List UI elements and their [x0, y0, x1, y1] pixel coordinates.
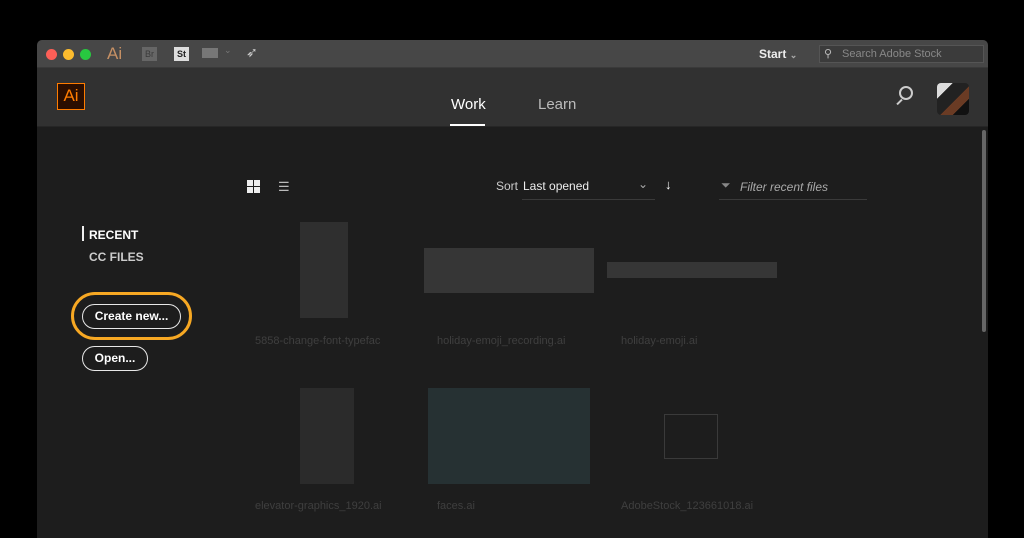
bridge-button[interactable]: Br	[142, 47, 157, 61]
avatar[interactable]	[937, 83, 969, 115]
file-card[interactable]: holiday-emoji_recording.ai	[424, 222, 594, 362]
tab-work[interactable]: Work	[451, 96, 486, 113]
grid-view-icon[interactable]	[247, 180, 260, 193]
filter-input[interactable]: ⏷ Filter recent files	[719, 175, 867, 200]
file-name: elevator-graphics_1920.ai	[255, 500, 382, 512]
maximize-button[interactable]	[80, 49, 91, 60]
file-card[interactable]: elevator-graphics_1920.ai	[240, 388, 405, 528]
sort-label: Sort	[496, 179, 519, 193]
file-name: 5858-change-font-typefac	[255, 335, 381, 347]
scrollbar[interactable]	[982, 130, 986, 332]
illustrator-logo: Ai	[57, 83, 85, 110]
rocket-icon[interactable]: ➶	[246, 44, 258, 61]
file-name: AdobeStock_123661018.ai	[621, 500, 754, 512]
sort-dropdown[interactable]: Last opened ⌄	[522, 175, 655, 200]
search-icon: ⚲	[824, 48, 833, 60]
file-thumbnail	[607, 262, 777, 278]
file-thumbnail	[428, 388, 590, 484]
filter-icon: ⏷	[721, 178, 731, 192]
tab-learn[interactable]: Learn	[538, 96, 576, 113]
workspace-layout-icon[interactable]	[202, 48, 218, 58]
file-card[interactable]: 5858-change-font-typefac	[240, 222, 405, 362]
title-bar: Ai Br St ⌄ ➶ Start ⌄ ⚲ Search Adobe Stoc…	[37, 40, 988, 68]
minimize-button[interactable]	[63, 49, 74, 60]
file-card[interactable]: faces.ai	[424, 388, 590, 528]
chevron-down-icon: ⌄	[638, 177, 649, 191]
close-button[interactable]	[46, 49, 57, 60]
tab-work-underline	[450, 124, 485, 126]
file-name: holiday-emoji_recording.ai	[437, 335, 566, 347]
file-name: holiday-emoji.ai	[621, 335, 698, 347]
create-new-button[interactable]: Create new...	[82, 304, 181, 329]
sidebar-item-cc-files[interactable]: CC FILES	[89, 250, 144, 264]
sort-direction-arrow-icon[interactable]: ↓	[665, 177, 672, 192]
recent-active-indicator	[82, 226, 84, 241]
file-card[interactable]: AdobeStock_123661018.ai	[607, 388, 772, 528]
sort-value: Last opened	[523, 179, 590, 193]
workspace-label: Start	[759, 47, 787, 61]
chevron-down-icon[interactable]: ⌄	[224, 45, 232, 56]
sidebar-item-recent[interactable]: RECENT	[89, 228, 138, 242]
app-window: Ai Br St ⌄ ➶ Start ⌄ ⚲ Search Adobe Stoc…	[37, 40, 988, 538]
chevron-down-icon: ⌄	[789, 50, 798, 60]
file-thumbnail	[424, 248, 594, 293]
open-button[interactable]: Open...	[82, 346, 148, 371]
search-icon-handle	[896, 98, 903, 106]
file-card[interactable]: holiday-emoji.ai	[607, 222, 777, 362]
workspace-switcher[interactable]: Start ⌄	[759, 47, 797, 61]
stock-button[interactable]: St	[174, 47, 189, 61]
search-placeholder: Search Adobe Stock	[842, 48, 942, 60]
list-view-icon[interactable]: ☰	[278, 179, 290, 195]
filter-placeholder: Filter recent files	[740, 180, 829, 194]
header: Ai Work Learn	[37, 68, 988, 127]
file-thumbnail	[300, 222, 348, 318]
stock-search-input[interactable]: ⚲ Search Adobe Stock	[819, 45, 984, 63]
file-name: faces.ai	[437, 500, 475, 512]
file-thumbnail	[300, 388, 354, 484]
app-icon: Ai	[107, 44, 123, 63]
image-placeholder-icon	[664, 414, 718, 459]
